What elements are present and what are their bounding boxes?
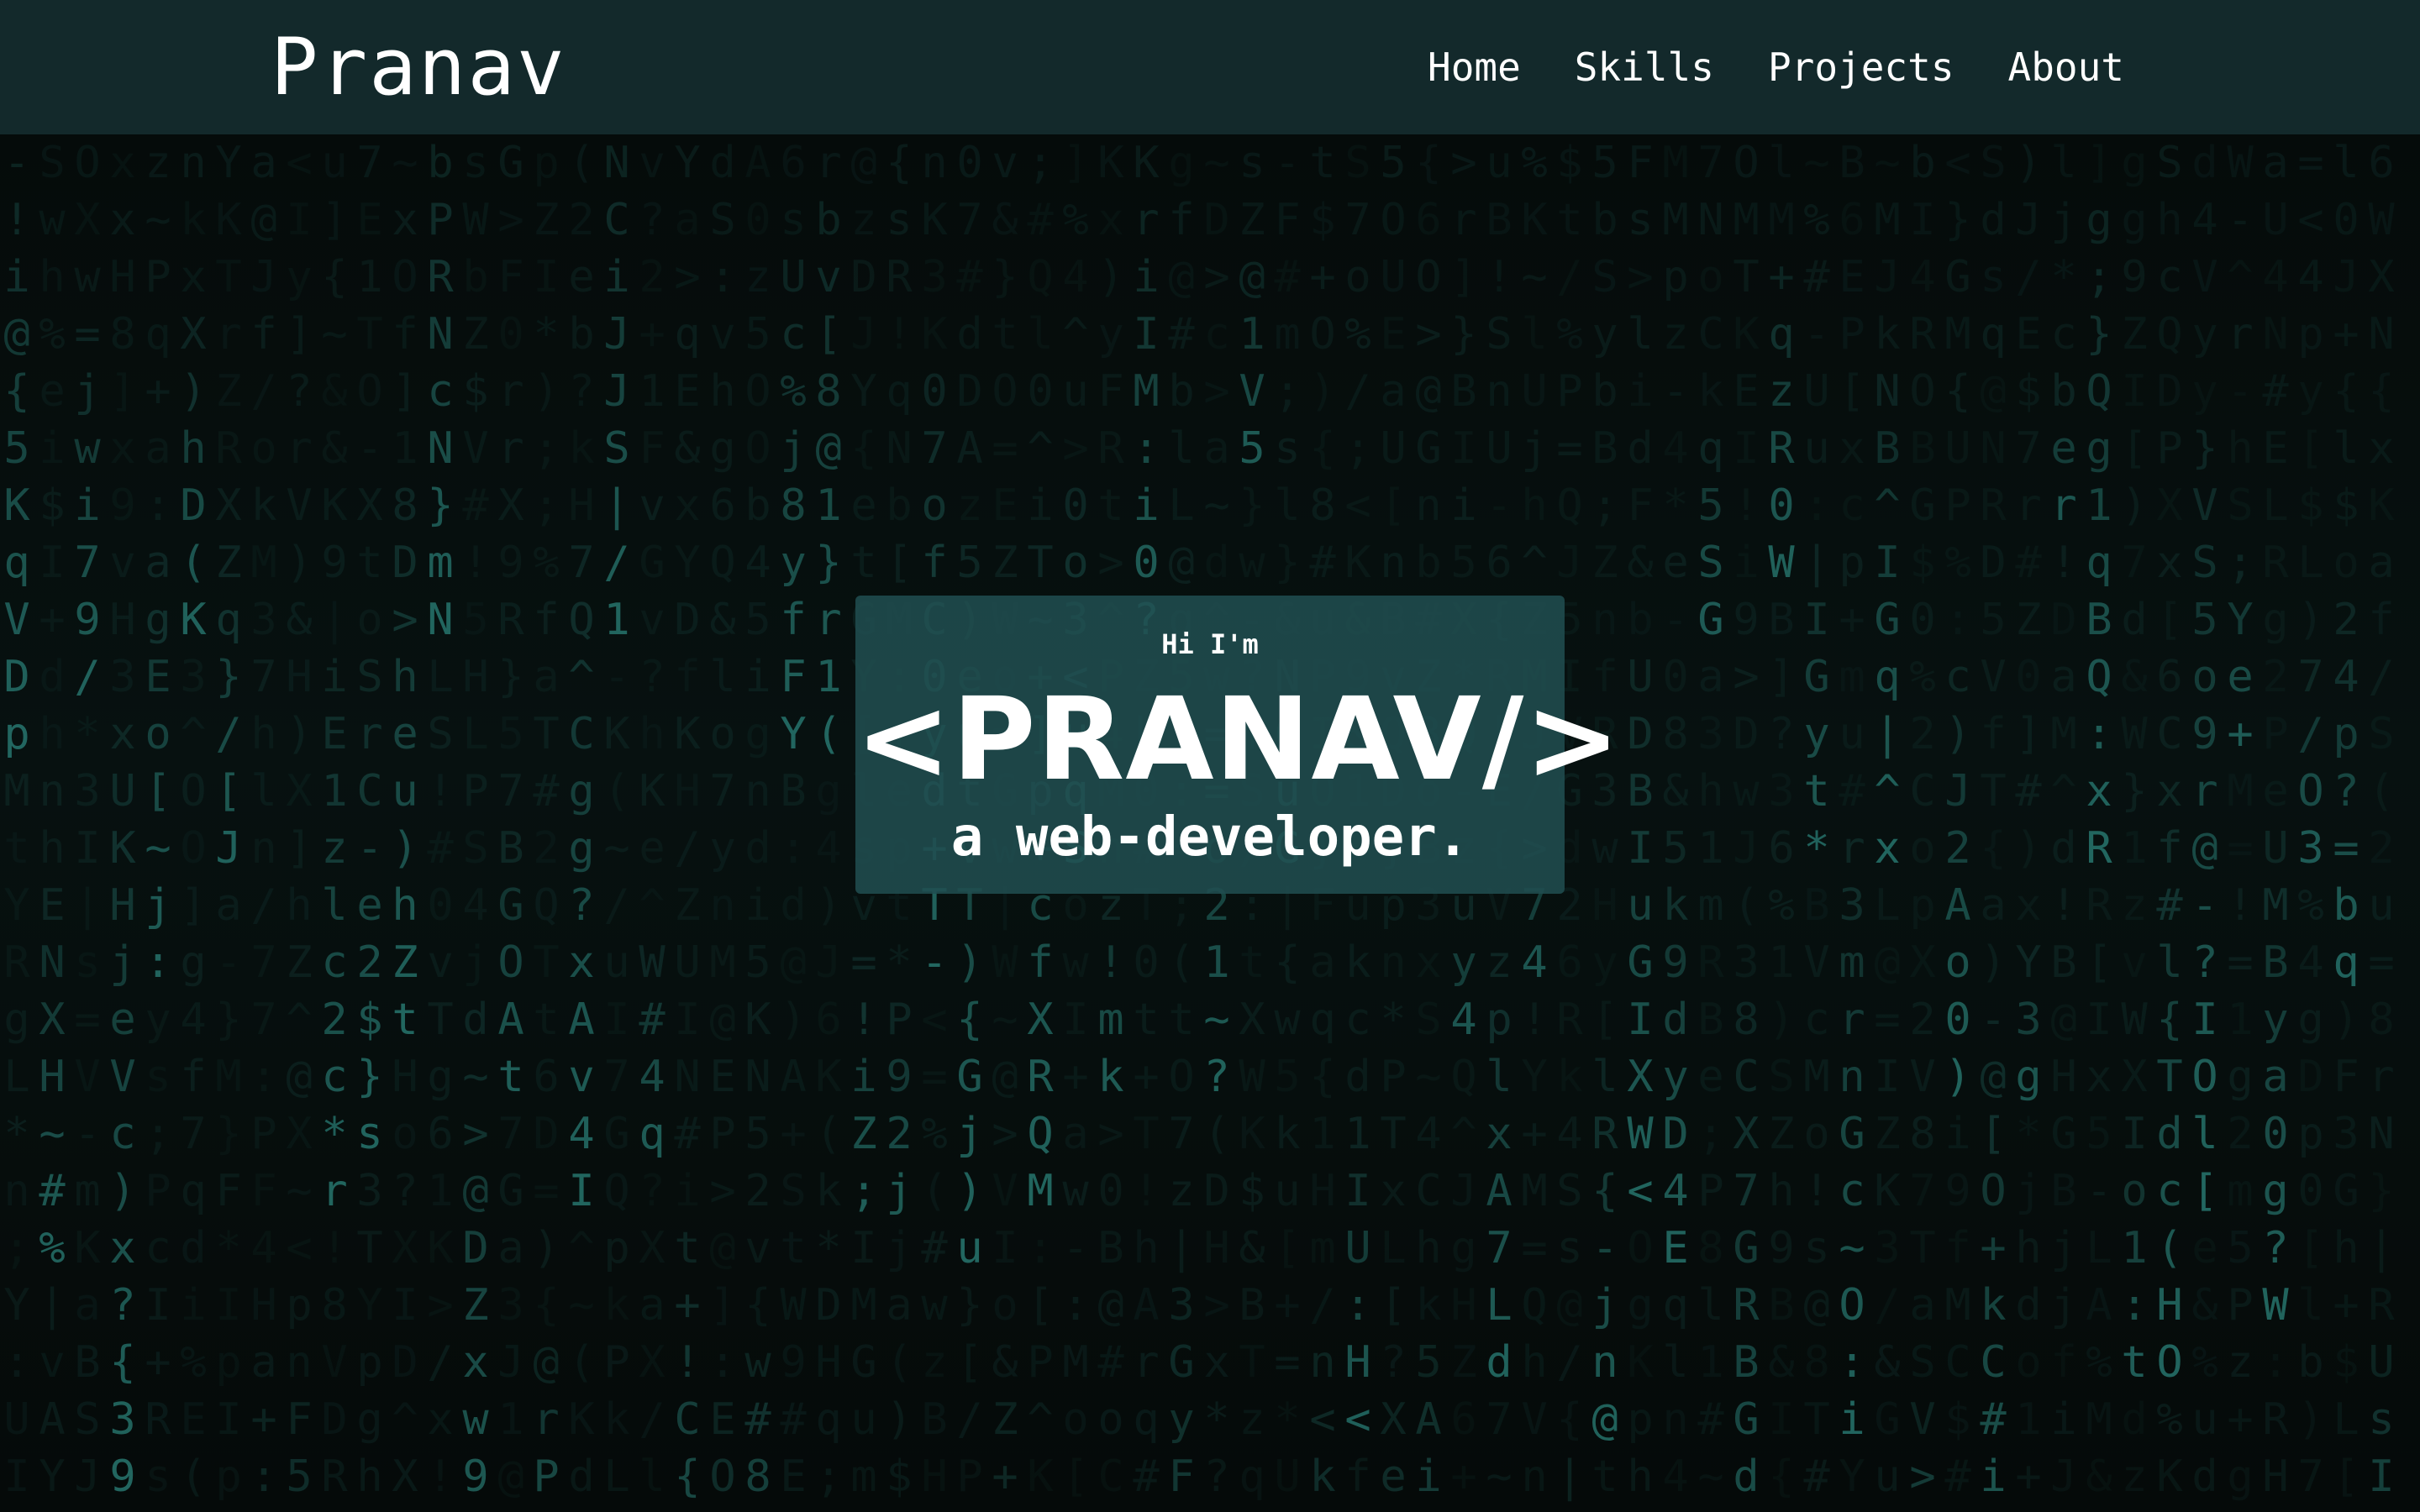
matrix-column: < } G M { U P % : c ) J 2 A o 0 ) i 9 f …	[1944, 138, 1971, 1502]
matrix-column: s W b Z $ V # ! 5 H L P S 4 j d ~ > @ D …	[462, 138, 489, 1502]
matrix-column: b P R N c N } m N L S ! # 0 v T g 6 1 K …	[427, 138, 454, 1502]
matrix-column: l j * c b e r ! D a M ^ d ! B @ H G B j …	[2050, 138, 2077, 1502]
matrix-column: z ~ P q + a : a g E o [ ~ j : y s ; P c …	[145, 138, 171, 1502]
matrix-column: r b v [ 8 @ 1 } r 1 ( g 4 ) J 6 K ( k * …	[815, 138, 842, 1502]
matrix-column: n k x X ) h D ( K 3 ^ O O ] g 4 f 7 q d …	[180, 138, 207, 1502]
matrix-column: B 6 E P [ x c p + m u # r 3 m r n G c ~ …	[1839, 138, 1865, 1502]
matrix-column: S w h % e i $ I + d h n h E N X H ~ # % …	[39, 138, 66, 1502]
matrix-column: v ? 2 + 1 F v G v ? h K e ^ W # 4 q ? X …	[639, 138, 666, 1502]
matrix-column: 5 b S y b B ; Z n f R 3 w H y [ l R { - …	[1591, 138, 1618, 1502]
nav-link-about[interactable]: About	[2008, 44, 2124, 91]
matrix-column: d S : v h g 6 Q & l o 7 y n M @ E P > @ …	[709, 138, 736, 1502]
nav-link-home[interactable]: Home	[1428, 44, 1521, 91]
matrix-column: 7 E 1 T O - X t o S r C - e 2 $ } s 3 T …	[356, 138, 383, 1502]
matrix-column: b I 4 R O B G $ 0 % 2 C o p X 2 V 8 7 T …	[1909, 138, 1936, 1502]
matrix-column: g g 9 Z I [ ) 7 d & W } 1 z v W X I o 1 …	[2121, 138, 2148, 1502]
matrix-column: ~ % # - U u : | I G y t * B V c M o ! s …	[1803, 138, 1830, 1502]
matrix-column: 6 W X N { x K a f / S ( 2 u = 8 r N } | …	[2368, 138, 2395, 1502]
matrix-column: a U 4 N # E L R g 2 P e U M B y a 0 g ? …	[2262, 138, 2289, 1502]
matrix-column: ~ x O f ] 1 8 D > h e u ) h Z t H o ? X …	[392, 138, 418, 1502]
matrix-column: S h c Q D P X x [ 6 C x f # l { T d c ( …	[2156, 138, 2183, 1502]
matrix-column: < I y ] ? r V ) & H ) X ] h Z ^ @ X ~ < …	[286, 138, 313, 1502]
matrix-column: N C i J J S | / 1 - K ( ~ / u I 7 G Q p …	[603, 138, 630, 1502]
nav-link-skills[interactable]: Skills	[1575, 44, 1714, 91]
matrix-column: O X w = j w i 7 9 / * 3 I | s = V - m K …	[74, 138, 101, 1502]
brand-logo[interactable]: Pranav	[271, 22, 566, 114]
matrix-column: ~ M J k N B ^ I G q | ^ x L @ = I Z K 3 …	[1874, 138, 1901, 1502]
hero-name: <PRANAV/>	[855, 674, 1622, 806]
nav-link-projects[interactable]: Projects	[1768, 44, 1954, 91]
matrix-column: d 4 V y y } V S 5 o 9 r @ - ? I O l [ e …	[2191, 138, 2218, 1502]
matrix-column: Y a > q E & x Y D f K H / Z U I N # i t …	[674, 138, 701, 1502]
matrix-column: W - ^ r - h S ; Y e + M = ! = 1 g 2 m 5 …	[2227, 138, 2254, 1502]
hero-role: a web-developer.	[950, 806, 1470, 869]
matrix-column: 6 s U c % j 8 y f F Y B : d @ ) A + S t …	[780, 138, 807, 1502]
matrix-column: F s > l i d F & b U D B I u G I X W < O …	[1627, 138, 1654, 1502]
matrix-column: ( 2 e b ? k H 7 Q ^ C g g ? x A v 4 I ^ …	[568, 138, 595, 1502]
matrix-column: S d s q @ N R D 5 V f T { a ) - @ [ O + …	[1980, 138, 2007, 1502]
matrix-column: M M p z - 4 * e - 0 8 & 5 k 9 d y D 4 E …	[1662, 138, 1689, 1502]
matrix-column: l M + q z R 0 W B ] ? 3 6 % 1 ) S Z h 9 …	[1768, 138, 1795, 1502]
matrix-column: 7 N o C k q 5 S G a 3 h 1 m R B e ; P 8 …	[1697, 138, 1724, 1502]
nav-menu: Home Skills Projects About	[1428, 44, 2124, 91]
matrix-column: x x H 8 ] x 9 v H 3 x U K H j e V c ) x …	[109, 138, 136, 1502]
matrix-column: p Z I * ) ; ; % f a T # 2 Q T t 6 D = ) …	[533, 138, 560, 1502]
matrix-column: l 0 J + { l $ o 2 4 p ? = b q ) F 3 G h …	[2333, 138, 2360, 1502]
matrix-column: Y K T r Z R X Z q } / [ J a - } M } F * …	[215, 138, 242, 1502]
top-navbar: Pranav Home Skills Projects About	[0, 0, 2420, 134]
matrix-column: ] g ; } Q g 1 q B Q : x R R [ I x 5 - L …	[2086, 138, 2112, 1502]
hero-card: Hi I'm <PRANAV/> a web-developer.	[855, 596, 1622, 894]
matrix-column: G > F 0 r r X 9 R } 5 7 B G O A t 7 G a …	[497, 138, 524, 1502]
hero-greeting: Hi I'm	[1161, 628, 1259, 660]
matrix-column: - ! i @ { 5 K q V D p M t Y R g L * n ; …	[3, 138, 30, 1502]
matrix-column: ) J / E $ 7 r # Z 0 ] # ) x Y 3 g * j h …	[2015, 138, 2042, 1502]
matrix-column: = < 4 p y [ $ L ) 7 / O 3 % 4 g D p 0 [ …	[2297, 138, 2324, 1502]
matrix-column: a @ J f / o k M 3 7 h l n / 7 7 : P F 4 …	[250, 138, 277, 1502]
matrix-column: u ] { ~ & & K 9 | i E 1 z l c 2 c * r ! …	[321, 138, 348, 1502]
matrix-column: A 0 z 5 O O b 4 5 i g n d i 5 K N 5 2 v …	[744, 138, 771, 1502]
matrix-column: O M T K E I ! i 9 > D w J ( 3 8 C X 7 G …	[1733, 138, 1760, 1502]
